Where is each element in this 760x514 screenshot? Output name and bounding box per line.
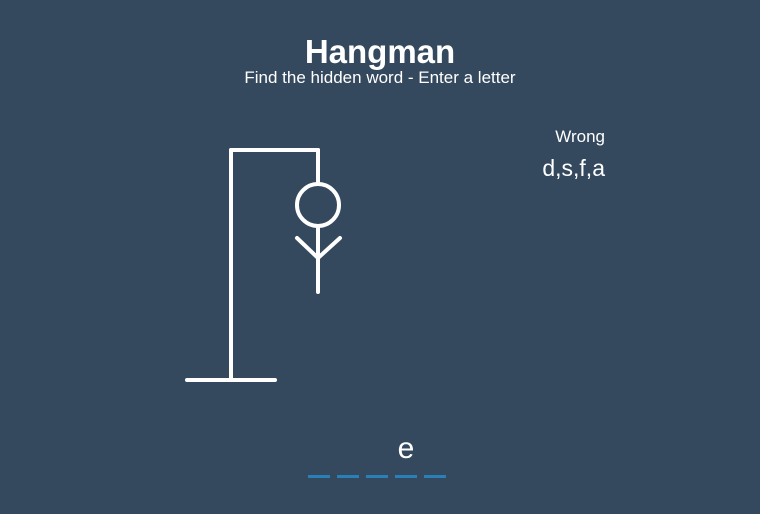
wrong-guesses: Wrong d,s,f,a [480, 126, 605, 182]
hidden-word: e [308, 432, 446, 478]
figure-head [295, 182, 341, 228]
wrong-letters: d,s,f,a [542, 155, 605, 181]
wrong-label: Wrong [555, 127, 605, 146]
word-letter-slot [366, 432, 388, 478]
figure-right-arm [316, 236, 342, 260]
word-letter-slot [308, 432, 330, 478]
word-letter-slot: e [395, 432, 417, 478]
figure-left-arm [295, 236, 320, 260]
word-letter-slot [337, 432, 359, 478]
word-letter-slot [424, 432, 446, 478]
